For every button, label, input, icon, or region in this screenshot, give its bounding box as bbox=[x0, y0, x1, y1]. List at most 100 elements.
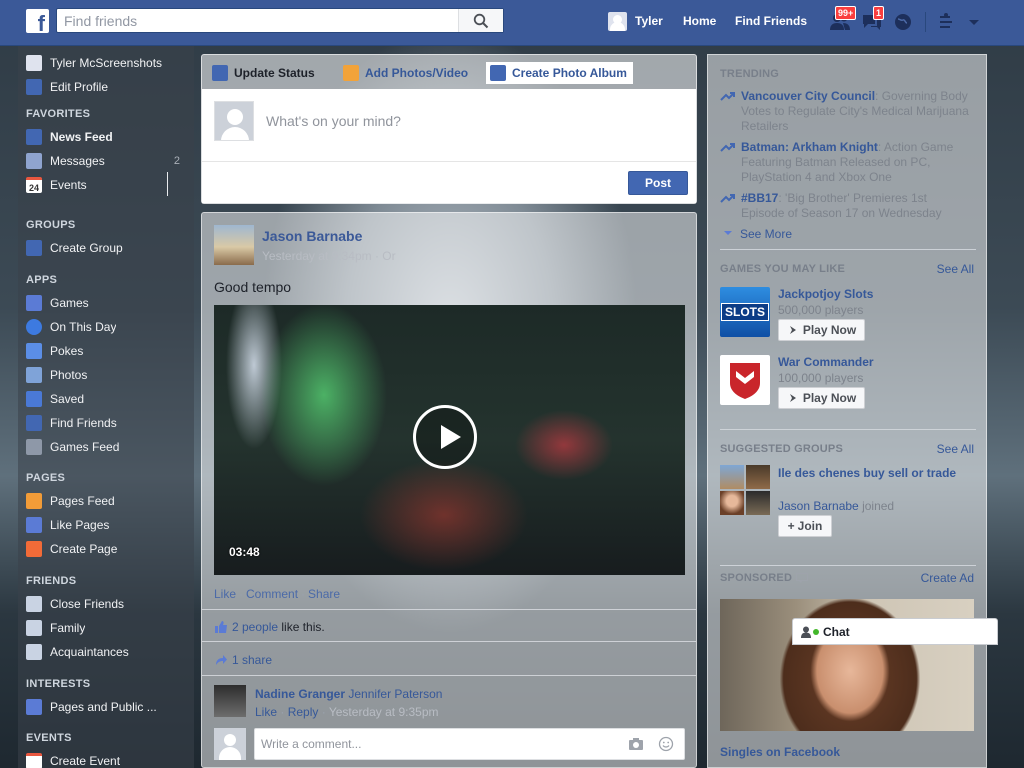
sidebar-item-pokes[interactable]: Pokes bbox=[26, 342, 186, 360]
war-commander-logo[interactable] bbox=[720, 355, 770, 405]
shield-icon bbox=[730, 363, 760, 399]
sidebar-item-acquaintances[interactable]: Acquaintances bbox=[26, 643, 186, 661]
comment-reply-button[interactable]: Reply bbox=[288, 705, 319, 719]
search-button[interactable] bbox=[458, 9, 503, 32]
account-menu-button[interactable] bbox=[968, 16, 990, 36]
news-feed-icon bbox=[26, 129, 42, 145]
join-group-button[interactable]: + Join bbox=[778, 515, 832, 537]
sidebar-item-edit-profile[interactable]: Edit Profile bbox=[26, 78, 186, 96]
group-photo[interactable] bbox=[746, 491, 770, 515]
video-player[interactable]: 03:48 bbox=[214, 305, 685, 575]
tab-label: Update Status bbox=[234, 66, 315, 80]
ad-choices-icon[interactable] bbox=[796, 573, 809, 583]
chat-bar[interactable]: Chat bbox=[792, 618, 998, 645]
sidebar-item-pages-and-public[interactable]: Pages and Public ... bbox=[26, 698, 186, 716]
notifications-button[interactable] bbox=[893, 12, 915, 32]
sidebar-item-pages-feed[interactable]: Pages Feed bbox=[26, 492, 186, 510]
sponsored-heading: SPONSORED bbox=[720, 572, 809, 584]
share-button[interactable]: Share bbox=[308, 587, 340, 601]
story-timestamp[interactable]: Yesterday at 9:34pm · Or bbox=[262, 249, 396, 263]
comment-input[interactable] bbox=[254, 728, 685, 760]
story-author[interactable]: Jason Barnabe bbox=[262, 228, 362, 244]
group-photo[interactable] bbox=[720, 465, 744, 489]
see-more-label: See More bbox=[740, 227, 793, 241]
groups-see-all-link[interactable]: See All bbox=[937, 442, 974, 456]
emoji-icon[interactable] bbox=[658, 736, 674, 752]
shares-link[interactable]: 1 share bbox=[232, 653, 272, 667]
sidebar-item-family[interactable]: Family bbox=[26, 619, 186, 637]
sidebar-item-create-page[interactable]: Create Page bbox=[26, 540, 186, 558]
create-event-icon bbox=[26, 753, 42, 768]
sidebar-item-photos[interactable]: Photos bbox=[26, 366, 186, 384]
sidebar-item-label: Edit Profile bbox=[50, 80, 109, 94]
home-link[interactable]: Home bbox=[683, 14, 716, 28]
profile-link[interactable]: Tyler bbox=[608, 11, 663, 31]
play-now-button[interactable]: Play Now bbox=[778, 387, 865, 409]
comment-author[interactable]: Nadine Granger bbox=[255, 687, 345, 701]
sidebar-item-messages[interactable]: Messages 2 bbox=[26, 152, 186, 170]
sidebar-item-label: News Feed bbox=[50, 130, 113, 144]
trending-heading: TRENDING bbox=[720, 68, 780, 80]
post-button[interactable]: Post bbox=[628, 171, 688, 195]
bookmark-icon bbox=[26, 391, 42, 407]
sidebar-item-news-feed[interactable]: News Feed bbox=[26, 128, 186, 146]
games-see-all-link[interactable]: See All bbox=[937, 262, 974, 276]
privacy-shortcuts-button[interactable] bbox=[938, 12, 960, 32]
likes-link[interactable]: 2 people bbox=[232, 620, 278, 634]
sidebar-item-saved[interactable]: Saved bbox=[26, 390, 186, 408]
sidebar-item-games[interactable]: Games bbox=[26, 294, 186, 312]
find-friends-link[interactable]: Find Friends bbox=[735, 14, 807, 28]
group-member-link[interactable]: Jason Barnabe bbox=[778, 499, 859, 513]
group-suggestion: Ile des chenes buy sell or trade Jason B… bbox=[720, 465, 976, 545]
jackpotjoy-logo[interactable]: SLOTS bbox=[720, 287, 770, 337]
trending-item[interactable]: Batman: Arkham Knight: Action Game Featu… bbox=[720, 140, 970, 185]
group-photo[interactable] bbox=[720, 491, 744, 515]
thumbs-up-icon bbox=[26, 517, 42, 533]
sidebar-item-label: Create Event bbox=[50, 754, 121, 768]
tab-update-status[interactable]: Update Status bbox=[212, 62, 315, 84]
group-photo[interactable] bbox=[746, 465, 770, 489]
sidebar-item-games-feed[interactable]: Games Feed bbox=[26, 438, 186, 456]
sidebar-item-find-friends[interactable]: Find Friends bbox=[26, 414, 186, 432]
tab-add-photos-video[interactable]: Add Photos/Video bbox=[343, 62, 468, 84]
see-more-button[interactable]: See More bbox=[720, 227, 792, 241]
like-button[interactable]: Like bbox=[214, 587, 236, 601]
game-players: 100,000 players bbox=[778, 371, 864, 385]
trending-item[interactable]: #BB17: 'Big Brother' Premieres 1st Episo… bbox=[720, 191, 970, 221]
comment-mention[interactable]: Jennifer Paterson bbox=[348, 687, 442, 701]
status-input[interactable]: What's on your mind? bbox=[266, 113, 401, 129]
play-icon[interactable] bbox=[413, 405, 477, 469]
sidebar-item-on-this-day[interactable]: On This Day bbox=[26, 318, 186, 336]
sidebar-item-label: Create Group bbox=[50, 241, 123, 255]
sidebar-item-label: Close Friends bbox=[50, 597, 125, 611]
avatar[interactable] bbox=[214, 225, 254, 265]
messages-button[interactable]: 1 bbox=[861, 6, 885, 32]
sidebar-item-close-friends[interactable]: Close Friends bbox=[26, 595, 186, 613]
acquaintances-icon bbox=[26, 644, 42, 660]
group-name[interactable]: Ile des chenes buy sell or trade bbox=[778, 465, 968, 481]
comment-button[interactable]: Comment bbox=[246, 587, 298, 601]
sidebar-item-profile[interactable]: Tyler McScreenshots bbox=[26, 54, 186, 72]
search-input[interactable] bbox=[57, 9, 457, 32]
avatar[interactable] bbox=[214, 685, 246, 717]
create-ad-link[interactable]: Create Ad bbox=[921, 571, 974, 585]
trending-title: Vancouver City Council bbox=[741, 89, 876, 103]
sidebar-item-create-group[interactable]: Create Group bbox=[26, 239, 186, 257]
sidebar-item-events[interactable]: 24 Events bbox=[26, 176, 186, 194]
friend-requests-button[interactable]: 99+ bbox=[829, 6, 857, 32]
comment-timestamp[interactable]: Yesterday at 9:35pm bbox=[329, 705, 439, 719]
controller-icon bbox=[789, 326, 796, 334]
tab-create-photo-album[interactable]: Create Photo Album bbox=[486, 62, 633, 84]
camera-icon[interactable] bbox=[628, 736, 644, 752]
game-name[interactable]: War Commander bbox=[778, 355, 874, 369]
avatar bbox=[214, 728, 246, 760]
play-now-button[interactable]: Play Now bbox=[778, 319, 865, 341]
facebook-logo[interactable]: f bbox=[26, 9, 49, 33]
trending-item[interactable]: Vancouver City Council: Governing Body V… bbox=[720, 89, 970, 134]
play-now-label: Play Now bbox=[802, 391, 857, 405]
game-name[interactable]: Jackpotjoy Slots bbox=[778, 287, 873, 301]
sidebar-item-like-pages[interactable]: Like Pages bbox=[26, 516, 186, 534]
comment-like-button[interactable]: Like bbox=[255, 705, 277, 719]
sidebar-item-create-event[interactable]: Create Event bbox=[26, 752, 186, 768]
sponsored-ad-title[interactable]: Singles on Facebook bbox=[720, 745, 840, 759]
